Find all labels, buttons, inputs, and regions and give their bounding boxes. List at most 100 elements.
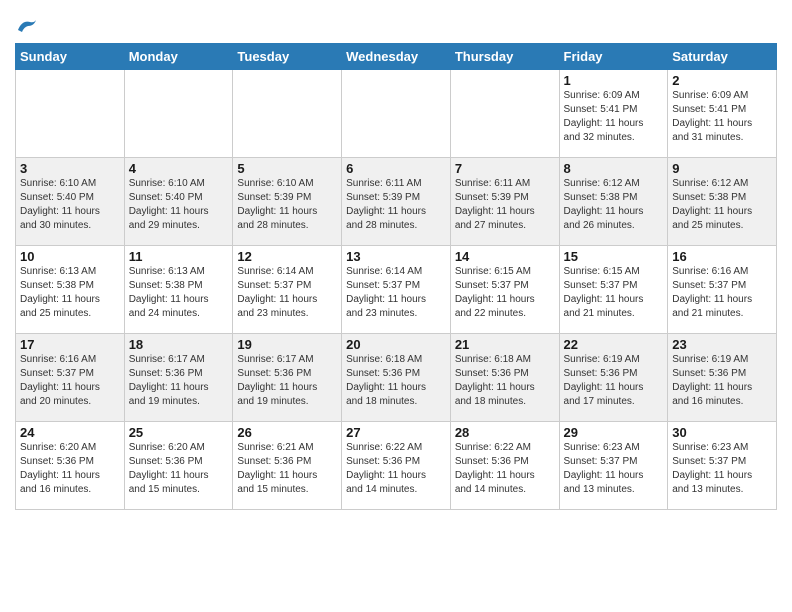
day-info: Sunrise: 6:15 AM Sunset: 5:37 PM Dayligh… xyxy=(455,265,555,321)
day-info: Sunrise: 6:09 AM Sunset: 5:41 PM Dayligh… xyxy=(564,89,664,145)
day-cell: 1Sunrise: 6:09 AM Sunset: 5:41 PM Daylig… xyxy=(559,70,668,158)
day-cell: 24Sunrise: 6:20 AM Sunset: 5:36 PM Dayli… xyxy=(16,422,125,510)
logo-bird-icon xyxy=(16,18,38,34)
week-row-2: 3Sunrise: 6:10 AM Sunset: 5:40 PM Daylig… xyxy=(16,158,777,246)
day-info: Sunrise: 6:18 AM Sunset: 5:36 PM Dayligh… xyxy=(346,353,446,409)
day-cell: 30Sunrise: 6:23 AM Sunset: 5:37 PM Dayli… xyxy=(668,422,777,510)
day-cell: 22Sunrise: 6:19 AM Sunset: 5:36 PM Dayli… xyxy=(559,334,668,422)
day-number: 8 xyxy=(564,161,664,176)
day-cell: 11Sunrise: 6:13 AM Sunset: 5:38 PM Dayli… xyxy=(124,246,233,334)
calendar-header-row: SundayMondayTuesdayWednesdayThursdayFrid… xyxy=(16,44,777,70)
day-number: 6 xyxy=(346,161,446,176)
col-header-monday: Monday xyxy=(124,44,233,70)
day-number: 24 xyxy=(20,425,120,440)
day-info: Sunrise: 6:10 AM Sunset: 5:40 PM Dayligh… xyxy=(129,177,229,233)
day-number: 16 xyxy=(672,249,772,264)
day-info: Sunrise: 6:12 AM Sunset: 5:38 PM Dayligh… xyxy=(564,177,664,233)
day-cell: 7Sunrise: 6:11 AM Sunset: 5:39 PM Daylig… xyxy=(450,158,559,246)
day-cell xyxy=(342,70,451,158)
day-info: Sunrise: 6:22 AM Sunset: 5:36 PM Dayligh… xyxy=(346,441,446,497)
day-info: Sunrise: 6:14 AM Sunset: 5:37 PM Dayligh… xyxy=(346,265,446,321)
week-row-1: 1Sunrise: 6:09 AM Sunset: 5:41 PM Daylig… xyxy=(16,70,777,158)
col-header-thursday: Thursday xyxy=(450,44,559,70)
day-cell: 15Sunrise: 6:15 AM Sunset: 5:37 PM Dayli… xyxy=(559,246,668,334)
col-header-friday: Friday xyxy=(559,44,668,70)
day-cell xyxy=(124,70,233,158)
day-info: Sunrise: 6:16 AM Sunset: 5:37 PM Dayligh… xyxy=(20,353,120,409)
day-cell: 28Sunrise: 6:22 AM Sunset: 5:36 PM Dayli… xyxy=(450,422,559,510)
day-number: 26 xyxy=(237,425,337,440)
week-row-3: 10Sunrise: 6:13 AM Sunset: 5:38 PM Dayli… xyxy=(16,246,777,334)
day-number: 11 xyxy=(129,249,229,264)
day-number: 18 xyxy=(129,337,229,352)
day-cell: 29Sunrise: 6:23 AM Sunset: 5:37 PM Dayli… xyxy=(559,422,668,510)
col-header-wednesday: Wednesday xyxy=(342,44,451,70)
day-info: Sunrise: 6:13 AM Sunset: 5:38 PM Dayligh… xyxy=(129,265,229,321)
day-cell: 21Sunrise: 6:18 AM Sunset: 5:36 PM Dayli… xyxy=(450,334,559,422)
day-cell xyxy=(450,70,559,158)
day-cell: 19Sunrise: 6:17 AM Sunset: 5:36 PM Dayli… xyxy=(233,334,342,422)
col-header-tuesday: Tuesday xyxy=(233,44,342,70)
header xyxy=(15,10,777,37)
day-cell: 6Sunrise: 6:11 AM Sunset: 5:39 PM Daylig… xyxy=(342,158,451,246)
day-number: 4 xyxy=(129,161,229,176)
day-cell: 18Sunrise: 6:17 AM Sunset: 5:36 PM Dayli… xyxy=(124,334,233,422)
day-cell: 23Sunrise: 6:19 AM Sunset: 5:36 PM Dayli… xyxy=(668,334,777,422)
day-info: Sunrise: 6:20 AM Sunset: 5:36 PM Dayligh… xyxy=(129,441,229,497)
day-number: 25 xyxy=(129,425,229,440)
day-cell: 26Sunrise: 6:21 AM Sunset: 5:36 PM Dayli… xyxy=(233,422,342,510)
day-number: 20 xyxy=(346,337,446,352)
day-info: Sunrise: 6:13 AM Sunset: 5:38 PM Dayligh… xyxy=(20,265,120,321)
day-number: 3 xyxy=(20,161,120,176)
day-cell: 16Sunrise: 6:16 AM Sunset: 5:37 PM Dayli… xyxy=(668,246,777,334)
day-number: 27 xyxy=(346,425,446,440)
day-cell: 9Sunrise: 6:12 AM Sunset: 5:38 PM Daylig… xyxy=(668,158,777,246)
logo xyxy=(15,14,38,37)
day-info: Sunrise: 6:19 AM Sunset: 5:36 PM Dayligh… xyxy=(672,353,772,409)
day-info: Sunrise: 6:18 AM Sunset: 5:36 PM Dayligh… xyxy=(455,353,555,409)
day-cell: 10Sunrise: 6:13 AM Sunset: 5:38 PM Dayli… xyxy=(16,246,125,334)
day-cell xyxy=(233,70,342,158)
day-number: 23 xyxy=(672,337,772,352)
day-number: 1 xyxy=(564,73,664,88)
day-info: Sunrise: 6:23 AM Sunset: 5:37 PM Dayligh… xyxy=(672,441,772,497)
day-number: 9 xyxy=(672,161,772,176)
day-cell: 27Sunrise: 6:22 AM Sunset: 5:36 PM Dayli… xyxy=(342,422,451,510)
day-cell: 17Sunrise: 6:16 AM Sunset: 5:37 PM Dayli… xyxy=(16,334,125,422)
day-cell: 25Sunrise: 6:20 AM Sunset: 5:36 PM Dayli… xyxy=(124,422,233,510)
day-info: Sunrise: 6:16 AM Sunset: 5:37 PM Dayligh… xyxy=(672,265,772,321)
day-number: 19 xyxy=(237,337,337,352)
day-info: Sunrise: 6:15 AM Sunset: 5:37 PM Dayligh… xyxy=(564,265,664,321)
day-cell: 8Sunrise: 6:12 AM Sunset: 5:38 PM Daylig… xyxy=(559,158,668,246)
day-info: Sunrise: 6:19 AM Sunset: 5:36 PM Dayligh… xyxy=(564,353,664,409)
day-cell: 13Sunrise: 6:14 AM Sunset: 5:37 PM Dayli… xyxy=(342,246,451,334)
day-info: Sunrise: 6:11 AM Sunset: 5:39 PM Dayligh… xyxy=(346,177,446,233)
day-number: 13 xyxy=(346,249,446,264)
day-info: Sunrise: 6:21 AM Sunset: 5:36 PM Dayligh… xyxy=(237,441,337,497)
day-info: Sunrise: 6:20 AM Sunset: 5:36 PM Dayligh… xyxy=(20,441,120,497)
week-row-4: 17Sunrise: 6:16 AM Sunset: 5:37 PM Dayli… xyxy=(16,334,777,422)
col-header-sunday: Sunday xyxy=(16,44,125,70)
logo-text xyxy=(15,14,38,37)
day-cell: 14Sunrise: 6:15 AM Sunset: 5:37 PM Dayli… xyxy=(450,246,559,334)
day-cell: 12Sunrise: 6:14 AM Sunset: 5:37 PM Dayli… xyxy=(233,246,342,334)
day-cell: 2Sunrise: 6:09 AM Sunset: 5:41 PM Daylig… xyxy=(668,70,777,158)
calendar-page: SundayMondayTuesdayWednesdayThursdayFrid… xyxy=(0,0,792,525)
day-number: 10 xyxy=(20,249,120,264)
day-number: 29 xyxy=(564,425,664,440)
day-info: Sunrise: 6:22 AM Sunset: 5:36 PM Dayligh… xyxy=(455,441,555,497)
day-number: 21 xyxy=(455,337,555,352)
day-number: 22 xyxy=(564,337,664,352)
day-cell: 3Sunrise: 6:10 AM Sunset: 5:40 PM Daylig… xyxy=(16,158,125,246)
day-number: 7 xyxy=(455,161,555,176)
day-cell: 4Sunrise: 6:10 AM Sunset: 5:40 PM Daylig… xyxy=(124,158,233,246)
day-info: Sunrise: 6:10 AM Sunset: 5:40 PM Dayligh… xyxy=(20,177,120,233)
day-number: 14 xyxy=(455,249,555,264)
col-header-saturday: Saturday xyxy=(668,44,777,70)
day-number: 2 xyxy=(672,73,772,88)
day-info: Sunrise: 6:17 AM Sunset: 5:36 PM Dayligh… xyxy=(129,353,229,409)
logo-text-block xyxy=(15,14,38,37)
week-row-5: 24Sunrise: 6:20 AM Sunset: 5:36 PM Dayli… xyxy=(16,422,777,510)
day-info: Sunrise: 6:10 AM Sunset: 5:39 PM Dayligh… xyxy=(237,177,337,233)
calendar-table: SundayMondayTuesdayWednesdayThursdayFrid… xyxy=(15,43,777,510)
